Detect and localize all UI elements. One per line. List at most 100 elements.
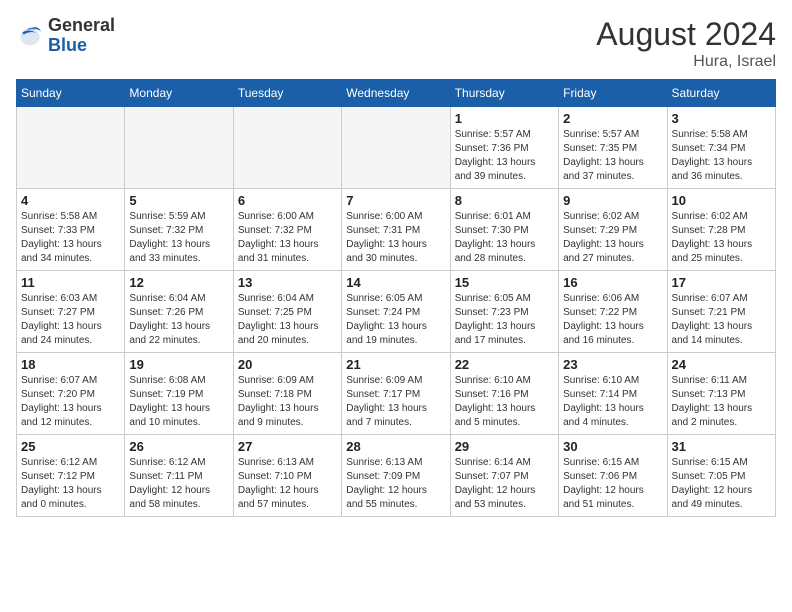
calendar-cell: 18 Sunrise: 6:07 AM Sunset: 7:20 PM Dayli… bbox=[17, 353, 125, 435]
weekday-header-monday: Monday bbox=[125, 80, 233, 107]
day-number: 21 bbox=[346, 357, 445, 372]
calendar-cell: 28Sunrise: 6:13 AM Sunset: 7:09 PM Dayli… bbox=[342, 435, 450, 517]
day-number: 27 bbox=[238, 439, 337, 454]
day-number: 17 bbox=[672, 275, 771, 290]
day-info: Sunrise: 6:09 AM Sunset: 7:18 PM Dayligh… bbox=[238, 374, 337, 430]
day-number: 8 bbox=[455, 193, 554, 208]
calendar-cell bbox=[233, 107, 341, 189]
day-number: 30 bbox=[563, 439, 662, 454]
calendar-cell: 25 Sunrise: 6:12 AM Sunset: 7:12 PM Dayli… bbox=[17, 435, 125, 517]
day-info: Sunrise: 6:05 AM Sunset: 7:24 PM Dayligh… bbox=[346, 292, 445, 348]
calendar-cell: 9Sunrise: 6:02 AM Sunset: 7:29 PM Daylig… bbox=[559, 189, 667, 271]
weekday-header-friday: Friday bbox=[559, 80, 667, 107]
day-info: Sunrise: 6:08 AM Sunset: 7:19 PM Dayligh… bbox=[129, 374, 228, 430]
day-info: Sunrise: 6:02 AM Sunset: 7:28 PM Dayligh… bbox=[672, 210, 771, 266]
day-info: Sunrise: 6:05 AM Sunset: 7:23 PM Dayligh… bbox=[455, 292, 554, 348]
day-info: Sunrise: 6:01 AM Sunset: 7:30 PM Dayligh… bbox=[455, 210, 554, 266]
calendar-cell: 5 Sunrise: 5:59 AM Sunset: 7:32 PM Daylig… bbox=[125, 189, 233, 271]
day-info: Sunrise: 5:57 AM Sunset: 7:36 PM Dayligh… bbox=[455, 128, 554, 184]
calendar-cell: 2 Sunrise: 5:57 AM Sunset: 7:35 PM Daylig… bbox=[559, 107, 667, 189]
day-info: Sunrise: 6:14 AM Sunset: 7:07 PM Dayligh… bbox=[455, 456, 554, 512]
calendar-cell: 22 Sunrise: 6:10 AM Sunset: 7:16 PM Dayli… bbox=[450, 353, 558, 435]
location: Hura, Israel bbox=[596, 53, 776, 71]
day-info: Sunrise: 5:58 AM Sunset: 7:33 PM Dayligh… bbox=[21, 210, 120, 266]
logo-bird-icon bbox=[16, 22, 44, 50]
logo-blue: Blue bbox=[48, 35, 87, 55]
day-info: Sunrise: 6:02 AM Sunset: 7:29 PM Dayligh… bbox=[563, 210, 662, 266]
day-number: 20 bbox=[238, 357, 337, 372]
weekday-header-wednesday: Wednesday bbox=[342, 80, 450, 107]
day-number: 28 bbox=[346, 439, 445, 454]
day-number: 22 bbox=[455, 357, 554, 372]
day-number: 4 bbox=[21, 193, 120, 208]
calendar-cell: 10 Sunrise: 6:02 AM Sunset: 7:28 PM Dayli… bbox=[667, 189, 775, 271]
weekday-header-sunday: Sunday bbox=[17, 80, 125, 107]
calendar-week-2: 4 Sunrise: 5:58 AM Sunset: 7:33 PM Daylig… bbox=[17, 189, 776, 271]
calendar-cell: 8 Sunrise: 6:01 AM Sunset: 7:30 PM Daylig… bbox=[450, 189, 558, 271]
day-number: 25 bbox=[21, 439, 120, 454]
month-year: August 2024 bbox=[596, 16, 776, 53]
day-number: 10 bbox=[672, 193, 771, 208]
day-number: 29 bbox=[455, 439, 554, 454]
day-number: 13 bbox=[238, 275, 337, 290]
calendar-cell bbox=[342, 107, 450, 189]
day-number: 7 bbox=[346, 193, 445, 208]
day-info: Sunrise: 6:00 AM Sunset: 7:31 PM Dayligh… bbox=[346, 210, 445, 266]
logo-text: General Blue bbox=[48, 16, 115, 56]
calendar-cell: 6 Sunrise: 6:00 AM Sunset: 7:32 PM Daylig… bbox=[233, 189, 341, 271]
calendar-cell: 27Sunrise: 6:13 AM Sunset: 7:10 PM Dayli… bbox=[233, 435, 341, 517]
day-info: Sunrise: 6:10 AM Sunset: 7:14 PM Dayligh… bbox=[563, 374, 662, 430]
calendar-cell: 26Sunrise: 6:12 AM Sunset: 7:11 PM Dayli… bbox=[125, 435, 233, 517]
day-info: Sunrise: 6:06 AM Sunset: 7:22 PM Dayligh… bbox=[563, 292, 662, 348]
day-info: Sunrise: 5:57 AM Sunset: 7:35 PM Dayligh… bbox=[563, 128, 662, 184]
day-number: 26 bbox=[129, 439, 228, 454]
weekday-header-row: SundayMondayTuesdayWednesdayThursdayFrid… bbox=[17, 80, 776, 107]
day-info: Sunrise: 5:59 AM Sunset: 7:32 PM Dayligh… bbox=[129, 210, 228, 266]
day-info: Sunrise: 6:15 AM Sunset: 7:06 PM Dayligh… bbox=[563, 456, 662, 512]
calendar-cell bbox=[17, 107, 125, 189]
calendar-week-5: 25 Sunrise: 6:12 AM Sunset: 7:12 PM Dayli… bbox=[17, 435, 776, 517]
calendar-cell: 31Sunrise: 6:15 AM Sunset: 7:05 PM Dayli… bbox=[667, 435, 775, 517]
day-info: Sunrise: 6:12 AM Sunset: 7:12 PM Dayligh… bbox=[21, 456, 120, 512]
day-info: Sunrise: 6:10 AM Sunset: 7:16 PM Dayligh… bbox=[455, 374, 554, 430]
day-info: Sunrise: 5:58 AM Sunset: 7:34 PM Dayligh… bbox=[672, 128, 771, 184]
calendar-cell: 21Sunrise: 6:09 AM Sunset: 7:17 PM Dayli… bbox=[342, 353, 450, 435]
day-number: 1 bbox=[455, 111, 554, 126]
calendar-cell: 23 Sunrise: 6:10 AM Sunset: 7:14 PM Dayli… bbox=[559, 353, 667, 435]
day-info: Sunrise: 6:00 AM Sunset: 7:32 PM Dayligh… bbox=[238, 210, 337, 266]
day-number: 14 bbox=[346, 275, 445, 290]
day-number: 18 bbox=[21, 357, 120, 372]
calendar-cell: 15Sunrise: 6:05 AM Sunset: 7:23 PM Dayli… bbox=[450, 271, 558, 353]
day-number: 2 bbox=[563, 111, 662, 126]
weekday-header-tuesday: Tuesday bbox=[233, 80, 341, 107]
calendar-week-3: 11Sunrise: 6:03 AM Sunset: 7:27 PM Dayli… bbox=[17, 271, 776, 353]
day-number: 19 bbox=[129, 357, 228, 372]
day-info: Sunrise: 6:03 AM Sunset: 7:27 PM Dayligh… bbox=[21, 292, 120, 348]
calendar-cell: 17 Sunrise: 6:07 AM Sunset: 7:21 PM Dayli… bbox=[667, 271, 775, 353]
day-info: Sunrise: 6:07 AM Sunset: 7:21 PM Dayligh… bbox=[672, 292, 771, 348]
calendar-cell: 29 Sunrise: 6:14 AM Sunset: 7:07 PM Dayli… bbox=[450, 435, 558, 517]
calendar-cell: 19 Sunrise: 6:08 AM Sunset: 7:19 PM Dayli… bbox=[125, 353, 233, 435]
day-number: 3 bbox=[672, 111, 771, 126]
calendar-table: SundayMondayTuesdayWednesdayThursdayFrid… bbox=[16, 79, 776, 517]
day-number: 6 bbox=[238, 193, 337, 208]
day-number: 24 bbox=[672, 357, 771, 372]
logo-general: General bbox=[48, 15, 115, 35]
day-info: Sunrise: 6:07 AM Sunset: 7:20 PM Dayligh… bbox=[21, 374, 120, 430]
page-header: General Blue August 2024 Hura, Israel bbox=[16, 16, 776, 71]
calendar-cell: 12Sunrise: 6:04 AM Sunset: 7:26 PM Dayli… bbox=[125, 271, 233, 353]
day-number: 5 bbox=[129, 193, 228, 208]
logo: General Blue bbox=[16, 16, 115, 56]
calendar-cell: 4 Sunrise: 5:58 AM Sunset: 7:33 PM Daylig… bbox=[17, 189, 125, 271]
day-number: 16 bbox=[563, 275, 662, 290]
calendar-week-4: 18 Sunrise: 6:07 AM Sunset: 7:20 PM Dayli… bbox=[17, 353, 776, 435]
day-number: 12 bbox=[129, 275, 228, 290]
calendar-cell: 24 Sunrise: 6:11 AM Sunset: 7:13 PM Dayli… bbox=[667, 353, 775, 435]
day-info: Sunrise: 6:11 AM Sunset: 7:13 PM Dayligh… bbox=[672, 374, 771, 430]
calendar-cell: 7 Sunrise: 6:00 AM Sunset: 7:31 PM Daylig… bbox=[342, 189, 450, 271]
day-number: 23 bbox=[563, 357, 662, 372]
calendar-cell: 11Sunrise: 6:03 AM Sunset: 7:27 PM Dayli… bbox=[17, 271, 125, 353]
calendar-cell: 30 Sunrise: 6:15 AM Sunset: 7:06 PM Dayli… bbox=[559, 435, 667, 517]
day-info: Sunrise: 6:15 AM Sunset: 7:05 PM Dayligh… bbox=[672, 456, 771, 512]
day-info: Sunrise: 6:04 AM Sunset: 7:25 PM Dayligh… bbox=[238, 292, 337, 348]
